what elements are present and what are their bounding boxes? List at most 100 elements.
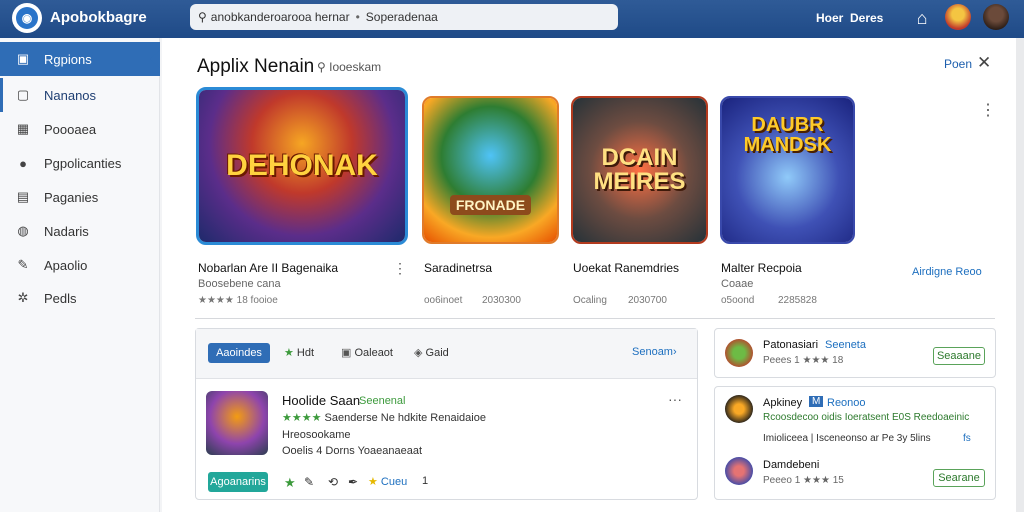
tab-hot[interactable]: ★ Hdt (284, 346, 314, 359)
page-title: Applix Nenain (197, 56, 315, 77)
game-title[interactable]: Nobarlan Are II Bagenaika (198, 261, 338, 275)
game-rating: ★★★★ 18 fooioe (198, 295, 278, 306)
close-icon[interactable]: ✕ (977, 53, 991, 73)
game-meta-left: oo6inoet (424, 295, 463, 306)
tab-grid[interactable]: ◈ Gaid (414, 346, 449, 359)
game-title[interactable]: Uoekat Ranemdries (573, 261, 679, 275)
side-card-link[interactable]: Seeneta (825, 339, 866, 351)
game-meta-right: 2030700 (628, 295, 667, 306)
see-all-link[interactable]: Senoam› (632, 346, 677, 358)
nav-link-home[interactable]: Hoer (816, 11, 843, 25)
game-card-1[interactable]: DEHONAK (196, 87, 408, 245)
square-icon: ▢ (16, 87, 30, 102)
game-card-4[interactable]: DAUBR MANDSK (720, 96, 855, 244)
more-options-icon[interactable]: ⋮ (980, 100, 996, 120)
star-icon: ★ (284, 347, 297, 359)
featured-line1: ★★★★ Saenderse Ne hdkite Renaidaioe (282, 411, 486, 424)
sidebar-item-paganies[interactable]: ▤ Paganies (0, 180, 160, 214)
sidebar-item-label: Poooaea (44, 121, 97, 137)
side-card-badge: M (809, 396, 824, 407)
app-title: Apobokbagre (50, 9, 147, 26)
open-link[interactable]: Poen (944, 57, 972, 71)
gear-icon: ✲ (17, 290, 29, 305)
side-card-link[interactable]: Reonoo (827, 397, 866, 409)
see-more-link[interactable]: Airdigne Reoo (912, 266, 982, 278)
sidebar-item-label: Nananos (44, 87, 97, 103)
action-button[interactable]: Agoanarins (208, 472, 268, 492)
game-artwork: DEHONAK (199, 90, 405, 242)
featured-title[interactable]: Hoolide Saan (282, 393, 360, 408)
game-card-3[interactable]: DCAIN MEIRES (571, 96, 708, 244)
thumb-icon[interactable]: ✎ (304, 475, 314, 489)
tool-icon: ✎ (17, 257, 29, 272)
window-icon: ▣ (16, 51, 30, 66)
tag-icon: ◈ (414, 347, 426, 359)
footer-link-label: Cueu (380, 476, 408, 488)
rating-stars: ★★★★ (282, 412, 325, 424)
sidebar-item-apaolio[interactable]: ✎ Apaolio (0, 248, 160, 282)
game-art-title: DCAIN MEIRES (593, 144, 686, 195)
section-search[interactable]: ⚲ Iooeskam (317, 60, 381, 74)
app-icon[interactable] (725, 457, 753, 485)
more-horizontal-icon[interactable]: ··· (668, 391, 682, 407)
sidebar-item-label: Pgpolicanties (44, 155, 122, 171)
game-meta-right: 2030300 (482, 295, 521, 306)
side-card-line2: Imioliceea | Isceneonso ar Pe 3y 5lins (763, 433, 931, 444)
footer-count: 1 (422, 475, 429, 487)
sidebar-item-pedls[interactable]: ✲ Pedls (0, 281, 160, 315)
chat-icon: ◍ (17, 223, 29, 238)
game-art-title: FRONADE (449, 195, 532, 215)
game-meta-left: o5oond (721, 295, 755, 306)
sidebar-item-label: Paganies (44, 189, 99, 205)
logo-mark-icon: ◉ (16, 7, 38, 29)
star-icon[interactable]: ★ (284, 475, 296, 491)
app-icon[interactable] (725, 339, 753, 367)
folder-icon: ▣ (341, 347, 355, 359)
side-card-button[interactable]: Seaaane (933, 347, 985, 365)
side-card-title[interactable]: Patonasiari (763, 339, 818, 351)
pen-icon[interactable]: ✒ (348, 475, 358, 489)
side-card-button[interactable]: Searane (933, 469, 985, 487)
sidebar-item-label: Rgpions (44, 51, 92, 67)
sidebar-item-label: Apaolio (44, 257, 88, 273)
active-indicator (150, 50, 160, 68)
user-icon: ● (19, 155, 27, 171)
side-card-title[interactable]: Apkiney (763, 397, 802, 409)
game-title[interactable]: Saradinetrsa (424, 261, 492, 275)
nav-link-details[interactable]: Deres (850, 11, 883, 25)
top-bar: ◉ Apobokbagre ⚲ anobkanderoarooa hernar … (0, 0, 1024, 38)
section-divider (195, 318, 995, 319)
grid-icon: ▦ (16, 121, 30, 136)
home-icon[interactable]: ⌂ (912, 8, 932, 28)
search-input[interactable]: ⚲ anobkanderoarooa hernar • Soperadenaa (190, 4, 618, 30)
list-icon: ▤ (16, 189, 30, 204)
game-card-2[interactable]: FRONADE (422, 96, 559, 244)
game-art-title: DEHONAK (226, 149, 378, 182)
sidebar-item-poooaea[interactable]: ▦ Poooaea (0, 112, 160, 146)
primary-button[interactable]: Aaoindes (208, 343, 270, 363)
sidebar-item-pgpolicanties[interactable]: ● Pgpolicanties (0, 146, 160, 180)
featured-game-icon[interactable] (206, 391, 268, 455)
tab-category[interactable]: ▣ Oaleaot (341, 346, 393, 359)
app-logo[interactable]: ◉ (12, 3, 42, 33)
more-options-icon[interactable]: ⋮ (393, 260, 407, 277)
game-artwork: FRONADE (424, 98, 557, 242)
featured-tag: Seenenal (359, 395, 406, 407)
app-icon[interactable] (725, 395, 753, 423)
sidebar-item-regions[interactable]: ▣ Rgpions (0, 42, 160, 76)
side-card-meta: Peees 1 ★★★ 18 (763, 355, 844, 366)
sidebar-item-nananos[interactable]: ▢ Nananos (0, 78, 160, 112)
side-card-item2-title[interactable]: Damdebeni (763, 459, 819, 471)
profile-avatar[interactable] (983, 4, 1009, 30)
sidebar-item-nadaris[interactable]: ◍ Nadaris (0, 214, 160, 248)
avatar[interactable] (945, 4, 971, 30)
game-title[interactable]: Malter Recpoia (721, 261, 802, 275)
side-card-line1: Rcoosdecoo oidis Ioeratsent E0S Reedoaei… (763, 412, 970, 423)
chevron-right-icon: › (672, 346, 677, 358)
share-icon[interactable]: ⟲ (328, 475, 338, 489)
sidebar: ▣ Rgpions ▢ Nananos ▦ Poooaea ● Pgpolica… (0, 38, 160, 512)
scrollbar[interactable] (1016, 38, 1024, 512)
footer-link[interactable]: ★ Cueu (368, 475, 407, 488)
search-query: anobkanderoarooa hernar (210, 10, 350, 24)
game-artwork: DCAIN MEIRES (573, 98, 706, 242)
